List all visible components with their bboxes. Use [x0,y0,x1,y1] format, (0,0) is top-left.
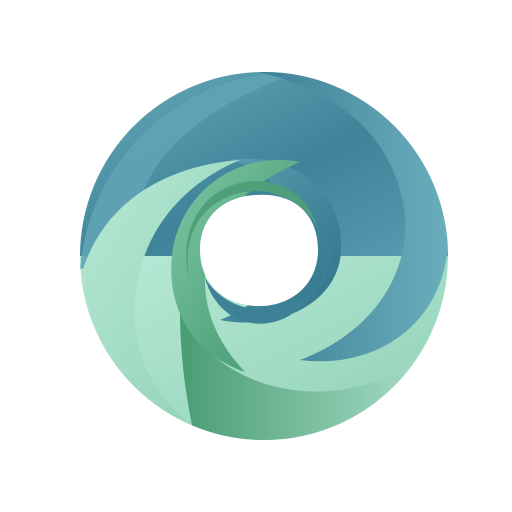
swirl-logo-icon [80,72,448,440]
swirl-shape [80,72,448,440]
center-hole [200,194,318,307]
logo-canvas [0,0,512,512]
